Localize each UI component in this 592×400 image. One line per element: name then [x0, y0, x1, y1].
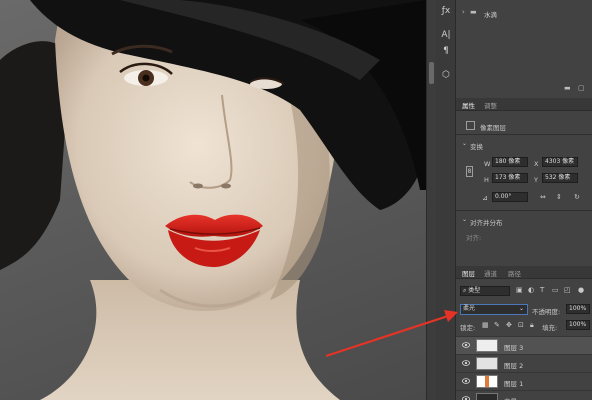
layer-thumbnail: [476, 393, 498, 400]
pixel-layer-icon: [466, 121, 475, 130]
opacity-label: 不透明度:: [532, 308, 561, 316]
layer-thumbnail: [476, 375, 498, 388]
properties-tabs: 属性 调整: [456, 98, 592, 111]
layer-name: 图层 2: [504, 362, 524, 370]
layers-tabs: 图层 通道 路径: [456, 266, 592, 279]
w-label: W: [484, 160, 491, 168]
lock-position-icon[interactable]: ✥: [506, 321, 512, 329]
link-icon[interactable]: 8: [466, 166, 473, 177]
reset-icon[interactable]: ↻: [574, 193, 580, 201]
h-label: H: [484, 176, 489, 184]
layer-row-3[interactable]: 图层 3: [456, 336, 592, 354]
fx-icon[interactable]: ƒx: [439, 4, 453, 18]
tab-adjustments[interactable]: 调整: [484, 100, 497, 110]
lock-label: 锁定:: [460, 324, 476, 332]
layer-name: 背景: [504, 396, 517, 400]
eye-icon[interactable]: [462, 396, 470, 400]
folder-icon[interactable]: ▬: [564, 84, 571, 92]
fill-label: 填充:: [542, 324, 558, 332]
layers-footer-icons: ▬ ▢: [456, 84, 592, 94]
fill-field[interactable]: 100%: [566, 320, 590, 330]
layer-name: 图层 1: [504, 380, 524, 388]
y-field[interactable]: 532 像素: [542, 173, 578, 183]
folder-icon: ▬: [470, 8, 477, 16]
lock-transparent-icon[interactable]: ▦: [482, 321, 489, 329]
shape-filter-icon[interactable]: ▭: [552, 286, 559, 294]
document-canvas[interactable]: [0, 0, 426, 400]
canvas-scrollbar[interactable]: [426, 0, 436, 400]
x-field[interactable]: 4303 像素: [542, 157, 578, 167]
filter-toggle-icon[interactable]: ●: [578, 286, 584, 294]
chevron-down-icon: ⌄: [518, 305, 524, 312]
smart-object-filter-icon[interactable]: ◰: [564, 286, 571, 294]
lock-artboard-icon[interactable]: ⊡: [518, 321, 524, 329]
pixel-layer-label: 像素图层: [480, 124, 506, 132]
angle-field[interactable]: 0.00°: [492, 192, 528, 202]
chevron-down-icon[interactable]: ⌄: [462, 140, 467, 147]
blend-mode-value: 柔光: [463, 305, 476, 312]
layer-row-1[interactable]: 图层 1: [456, 372, 592, 390]
group-name: 水滴: [484, 11, 497, 19]
pixel-layer-row: 像素图层: [456, 118, 592, 132]
type-filter-icon[interactable]: T: [540, 286, 544, 294]
character-icon[interactable]: A|: [439, 28, 453, 42]
lock-all-icon[interactable]: 🔒︎: [530, 321, 534, 330]
portrait-photo: [0, 0, 426, 400]
image-filter-icon[interactable]: ▣: [516, 286, 523, 294]
scrollbar-thumb[interactable]: [429, 62, 434, 84]
lock-image-icon[interactable]: ✎: [494, 321, 500, 329]
layer-row-2[interactable]: 图层 2: [456, 354, 592, 372]
eye-icon[interactable]: [462, 378, 470, 384]
chevron-right-icon[interactable]: ›: [462, 8, 465, 16]
width-field[interactable]: 180 像素: [492, 157, 528, 167]
new-layer-icon[interactable]: ▢: [578, 84, 585, 92]
x-label: X: [534, 160, 539, 168]
right-panels: › ▬ 水滴 ▬ ▢ 属性 调整 像素图层 ⌄ 变换 W 180 像素 X 43…: [456, 0, 592, 400]
blend-mode-select[interactable]: 柔光 ⌄: [460, 304, 528, 315]
layer-name: 图层 3: [504, 344, 524, 352]
angle-icon: ⊿: [482, 194, 488, 202]
height-field[interactable]: 173 像素: [492, 173, 528, 183]
eye-icon[interactable]: [462, 360, 470, 366]
tab-paths[interactable]: 路径: [508, 268, 521, 278]
panel-dock-toolbar: ƒx A| ¶ ⬡: [436, 0, 456, 400]
transform-header[interactable]: ⌄ 变换: [456, 138, 592, 151]
layer-thumbnail: [476, 339, 498, 352]
layer-group-row[interactable]: › ▬ 水滴: [456, 6, 592, 20]
tab-layers[interactable]: 图层: [462, 268, 475, 278]
align-title: 对齐并分布: [470, 219, 503, 227]
flip-horizontal-icon[interactable]: ⇔: [540, 193, 546, 201]
kind-filter-value: 类型: [468, 287, 481, 294]
eye-icon[interactable]: [462, 342, 470, 348]
align-header[interactable]: ⌄ 对齐并分布: [456, 214, 592, 227]
transform-title: 变换: [470, 143, 483, 151]
chevron-down-icon[interactable]: ⌄: [462, 216, 467, 223]
paragraph-icon[interactable]: ¶: [439, 44, 453, 58]
layer-row-background[interactable]: 背景: [456, 390, 592, 400]
layer-kind-filter[interactable]: ⌕ 类型: [460, 286, 510, 296]
tab-channels[interactable]: 通道: [484, 268, 497, 278]
3d-cube-icon[interactable]: ⬡: [439, 68, 453, 82]
opacity-field[interactable]: 100%: [566, 304, 590, 314]
layer-thumbnail: [476, 357, 498, 370]
adjustment-filter-icon[interactable]: ◐: [528, 286, 534, 294]
y-label: Y: [534, 176, 538, 184]
flip-vertical-icon[interactable]: ⇕: [556, 193, 562, 201]
tab-properties[interactable]: 属性: [462, 100, 475, 110]
align-label: 对齐:: [466, 234, 482, 242]
